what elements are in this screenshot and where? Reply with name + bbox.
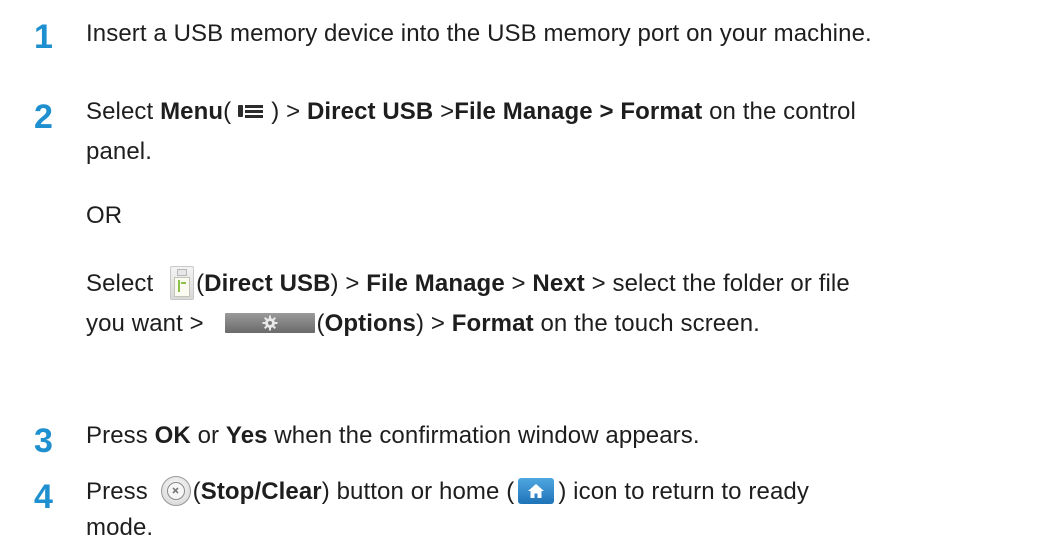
text-run: > (433, 98, 455, 125)
direct-usb-label: Direct USB (306, 98, 434, 125)
step-number: 2 (34, 98, 53, 136)
step-4-line-1: Press (Stop/Clear) button or home ( ) ico… (86, 472, 1042, 512)
step-2-line-2: panel. (86, 132, 1042, 172)
options-label: Options (324, 310, 416, 337)
text-run: ( (223, 98, 232, 125)
text-run: ) button or home ( (321, 478, 515, 505)
step-2-line-4: Select (Direct USB) > File Manage > Next… (86, 264, 1042, 304)
step-number: 3 (34, 422, 53, 460)
step-4-line-2: mode. (86, 508, 1042, 548)
usb-memory-icon (170, 265, 195, 300)
text-run: ( (196, 270, 205, 297)
file-manage-format-label: File Manage > Format (454, 98, 703, 125)
text-run: Press (86, 478, 155, 505)
text-run: mode. (86, 514, 154, 541)
home-icon (518, 477, 555, 504)
text-run: > (504, 270, 533, 297)
menu-label: Menu (160, 98, 224, 125)
text-run: panel. (86, 138, 152, 165)
text-run: when the confirmation window appears. (267, 422, 700, 449)
text-run: > select the folder or file (584, 270, 850, 297)
step-1-text: Insert a USB memory device into the USB … (86, 20, 872, 47)
step-number: 1 (34, 18, 53, 56)
step-number: 4 (34, 478, 53, 516)
step-2-line-1: Select Menu( ) > Direct USB >File Manage … (86, 92, 1042, 132)
text-run: ) > (330, 270, 367, 297)
text-run: on the touch screen. (533, 310, 760, 337)
step-2-line-5: you want > (Options) > Format on the tou… (86, 304, 1042, 344)
step-text: Insert a USB memory device into the USB … (86, 14, 1042, 54)
text-run: you want > (86, 310, 211, 337)
text-run: Select (86, 270, 161, 297)
stop-clear-icon (160, 475, 191, 506)
text-run: or (190, 422, 226, 449)
or-label: OR (86, 202, 123, 229)
stop-clear-label: Stop/Clear (200, 478, 322, 505)
text-run: ( (316, 310, 325, 337)
text-run: Press (86, 422, 155, 449)
step-text: Press OK or Yes when the confirmation wi… (86, 416, 1042, 456)
or-separator: OR (86, 196, 1042, 236)
file-manage-label: File Manage (366, 270, 505, 297)
text-run: ) icon to return to ready (558, 478, 809, 505)
ok-label: OK (154, 422, 191, 449)
text-run: ) > (271, 98, 307, 125)
text-run: ) > (415, 310, 452, 337)
yes-label: Yes (225, 422, 268, 449)
text-run: on the control (702, 98, 856, 125)
menu-icon (235, 101, 267, 121)
direct-usb-label: Direct USB (204, 270, 331, 297)
text-run: Select (86, 98, 161, 125)
next-label: Next (532, 270, 585, 297)
format-label: Format (451, 310, 534, 337)
gear-icon (224, 312, 315, 333)
text-run: ( (192, 478, 201, 505)
